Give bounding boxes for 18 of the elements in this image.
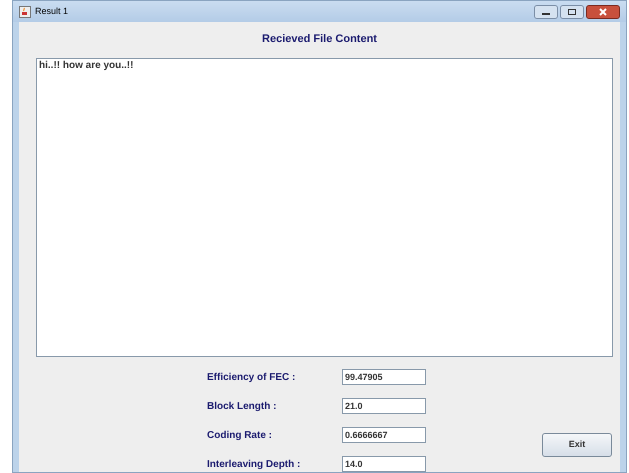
field-label: Efficiency of FEC : — [207, 370, 296, 384]
maximize-button[interactable] — [560, 4, 584, 18]
field-label: Block Length : — [207, 400, 278, 414]
input-field[interactable]: 99.47905 — [342, 369, 426, 385]
input-field[interactable]: 21.0 — [342, 398, 426, 414]
content-area: hi..!! how are you..!! — [36, 58, 613, 357]
minimize-icon — [542, 12, 550, 14]
heading: Recieved File Content — [261, 32, 378, 47]
exit-button[interactable]: Exit — [542, 433, 612, 457]
input-field[interactable]: 14.0 — [342, 456, 426, 472]
window-title: Result 1 — [35, 4, 68, 18]
minimize-button[interactable] — [534, 4, 558, 18]
field-label: Coding Rate : — [207, 428, 273, 442]
maximize-icon — [568, 8, 576, 14]
close-icon — [598, 8, 608, 16]
close-button[interactable] — [586, 4, 620, 18]
field-label: Interleaving Depth : — [207, 458, 302, 472]
input-field[interactable]: 0.6666667 — [342, 427, 426, 443]
